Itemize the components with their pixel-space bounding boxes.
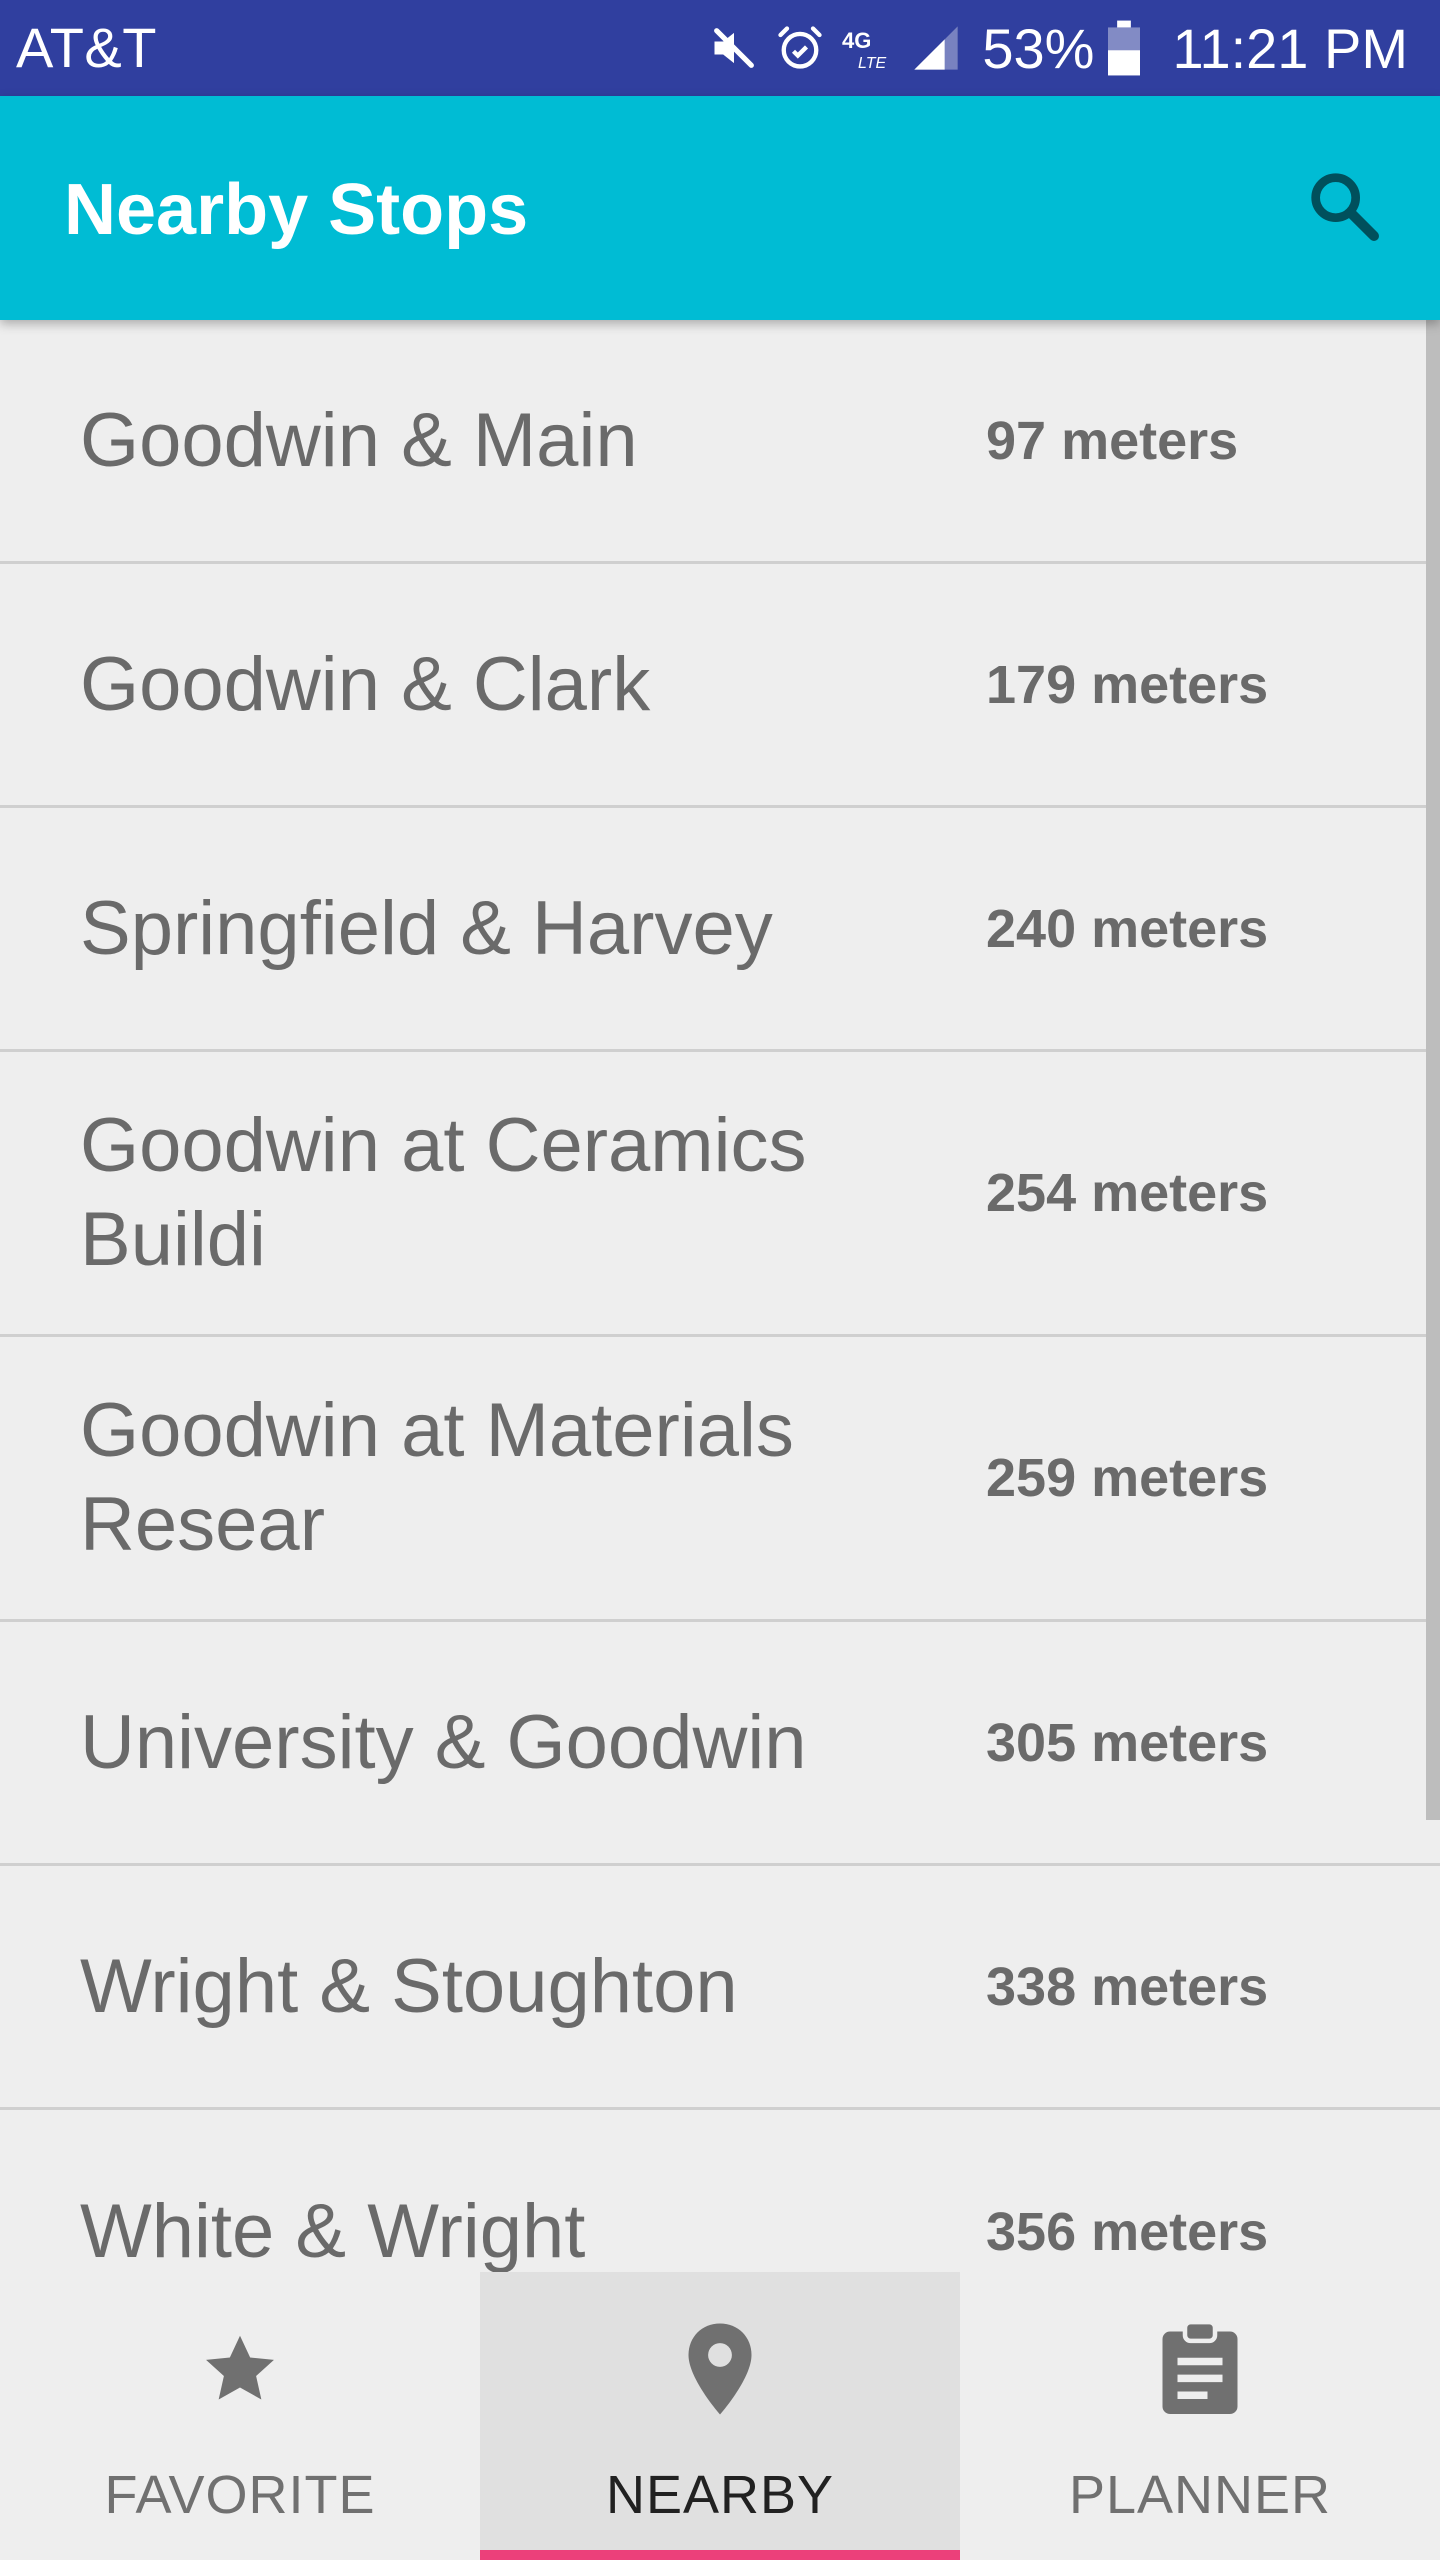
stop-name: University & Goodwin (80, 1699, 807, 1785)
mute-icon (708, 22, 760, 74)
list-item[interactable]: Goodwin at Materials Resear 259 meters (0, 1337, 1440, 1622)
stop-name: Springfield & Harvey (80, 885, 773, 971)
list-item[interactable]: Wright & Stoughton 338 meters (0, 1866, 1440, 2110)
stop-distance: 305 meters (986, 1712, 1269, 1773)
list-item[interactable]: Goodwin & Main 97 meters (0, 320, 1440, 564)
list-item[interactable]: Goodwin at Ceramics Buildi 254 meters (0, 1052, 1440, 1337)
svg-text:LTE: LTE (858, 55, 886, 72)
nav-planner[interactable]: PLANNER (960, 2272, 1440, 2560)
nav-label: FAVORITE (104, 2465, 376, 2525)
search-icon (1304, 166, 1384, 251)
alarm-icon (774, 22, 826, 74)
stop-name: Wright & Stoughton (80, 1943, 738, 2029)
stop-distance: 254 meters (986, 1163, 1269, 1223)
nearby-stops-list[interactable]: Goodwin & Main 97 meters Goodwin & Clark… (0, 320, 1440, 2272)
stop-distance: 179 meters (986, 654, 1269, 715)
battery-icon (1108, 20, 1141, 76)
list-scrollbar[interactable] (1426, 320, 1440, 1820)
nav-nearby[interactable]: NEARBY (480, 2272, 960, 2560)
nav-label: PLANNER (1068, 2465, 1332, 2525)
stop-name: Goodwin & Main (80, 397, 638, 483)
location-pin-icon (678, 2314, 762, 2424)
svg-text:4G: 4G (842, 28, 871, 53)
clock: 11:21 PM (1172, 16, 1408, 80)
list-item[interactable]: White & Wright 356 meters (0, 2110, 1440, 2272)
signal-icon (910, 22, 962, 74)
stop-distance: 240 meters (986, 898, 1269, 959)
app-bar: Nearby Stops (0, 96, 1440, 320)
carrier-label: AT&T (16, 16, 157, 79)
page-title: Nearby Stops (64, 170, 529, 250)
stop-distance: 259 meters (986, 1448, 1269, 1508)
lte-icon: 4G LTE (840, 22, 896, 74)
stop-name: White & Wright (80, 2189, 586, 2272)
nav-label: NEARBY (605, 2465, 835, 2525)
list-item[interactable]: University & Goodwin 305 meters (0, 1622, 1440, 1866)
bottom-navigation: FAVORITE NEARBY PLANNER (0, 2272, 1440, 2560)
star-icon (198, 2314, 282, 2424)
stop-name: Goodwin at Ceramics Buildi (80, 1103, 807, 1282)
stop-name: Goodwin & Clark (80, 641, 651, 727)
nav-favorite[interactable]: FAVORITE (0, 2272, 480, 2560)
clipboard-icon (1155, 2314, 1245, 2424)
status-bar: AT&T 4G LTE 53% 11:21 PM (0, 0, 1440, 96)
stop-distance: 97 meters (986, 410, 1239, 471)
stop-name: Goodwin at Materials Resear (80, 1388, 794, 1567)
battery-percent: 53% (982, 16, 1095, 80)
active-tab-indicator (480, 2550, 960, 2560)
list-item[interactable]: Goodwin & Clark 179 meters (0, 564, 1440, 808)
stop-distance: 338 meters (986, 1956, 1269, 2017)
status-icons: 4G LTE 53% 11:21 PM (708, 14, 1408, 82)
stop-distance: 356 meters (986, 2202, 1269, 2262)
search-button[interactable] (1296, 160, 1392, 256)
list-item[interactable]: Springfield & Harvey 240 meters (0, 808, 1440, 1052)
